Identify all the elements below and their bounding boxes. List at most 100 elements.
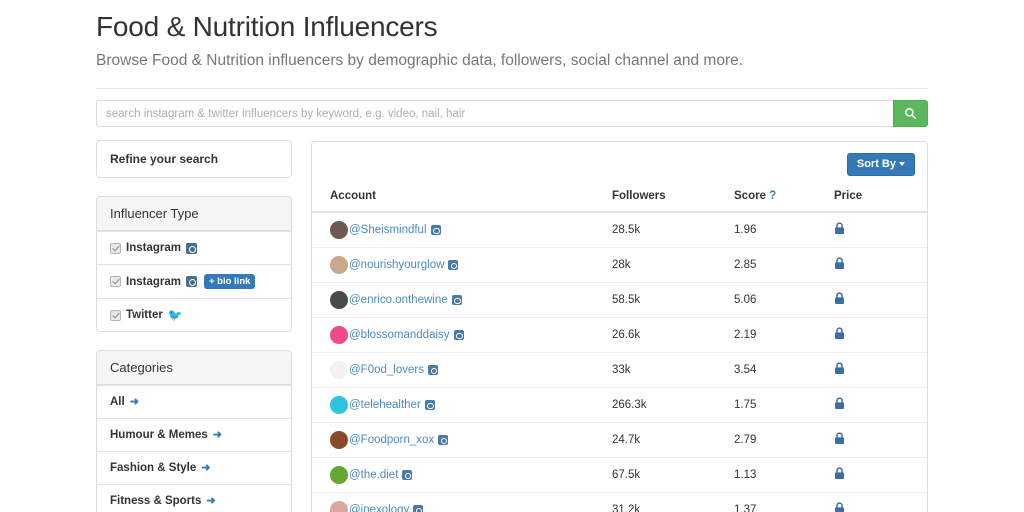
cell-score: 2.85 bbox=[734, 247, 834, 283]
category-label: Fashion & Style bbox=[110, 462, 197, 474]
cell-score: 1.37 bbox=[734, 492, 834, 512]
categories-heading: Categories bbox=[97, 351, 291, 385]
table-row[interactable]: @inexology 31.2k 1.37 bbox=[312, 492, 927, 512]
account-handle[interactable]: @inexology bbox=[349, 504, 409, 512]
header-divider bbox=[96, 88, 928, 89]
cell-price[interactable] bbox=[834, 211, 927, 248]
col-score[interactable]: Score ? bbox=[734, 184, 834, 213]
filter-instagram-bio-link[interactable]: Instagram + bio link bbox=[97, 264, 291, 298]
sort-by-button[interactable]: Sort By bbox=[846, 153, 915, 176]
account-handle[interactable]: @telehealther bbox=[349, 399, 421, 411]
arrow-right-icon: ➜ bbox=[206, 494, 216, 507]
instagram-icon bbox=[424, 400, 435, 410]
instagram-icon bbox=[453, 330, 464, 340]
table-row[interactable]: @Foodporn_xox 24.7k 2.79 bbox=[312, 422, 927, 458]
account-handle[interactable]: @nourishyourglow bbox=[349, 259, 444, 271]
cell-followers: 28k bbox=[612, 247, 734, 283]
avatar bbox=[330, 396, 348, 414]
lock-icon[interactable] bbox=[834, 432, 927, 448]
search-input[interactable] bbox=[96, 100, 893, 127]
lock-icon[interactable] bbox=[834, 502, 927, 512]
sidebar: Refine your search Influencer Type Insta… bbox=[96, 140, 292, 512]
col-account[interactable]: Account bbox=[312, 184, 612, 213]
cell-account: @Foodporn_xox bbox=[312, 422, 612, 458]
search-icon bbox=[904, 107, 917, 120]
cell-price[interactable] bbox=[834, 492, 927, 512]
cell-price[interactable] bbox=[834, 352, 927, 388]
refine-search-label: Refine your search bbox=[110, 152, 219, 166]
avatar bbox=[330, 326, 348, 344]
cell-account: @blossomanddaisy bbox=[312, 317, 612, 353]
avatar bbox=[330, 361, 348, 379]
avatar bbox=[330, 221, 348, 239]
category-item-fashion-style[interactable]: Fashion & Style ➜ bbox=[97, 451, 291, 484]
account-handle[interactable]: @Foodporn_xox bbox=[349, 434, 434, 446]
category-item-humour-memes[interactable]: Humour & Memes ➜ bbox=[97, 418, 291, 451]
account-handle[interactable]: @blossomanddaisy bbox=[349, 329, 450, 341]
influencer-type-heading: Influencer Type bbox=[97, 197, 291, 231]
account-handle[interactable]: @F0od_lovers bbox=[349, 364, 424, 376]
category-item-fitness-sports[interactable]: Fitness & Sports ➜ bbox=[97, 484, 291, 512]
table-row[interactable]: @the.diet 67.5k 1.13 bbox=[312, 457, 927, 493]
cell-followers: 31.2k bbox=[612, 492, 734, 512]
instagram-icon bbox=[448, 260, 459, 270]
table-row[interactable]: @F0od_lovers 33k 3.54 bbox=[312, 352, 927, 388]
help-icon[interactable]: ? bbox=[769, 190, 776, 202]
checkbox-icon[interactable] bbox=[110, 309, 121, 321]
cell-account: @enrico.onthewine bbox=[312, 282, 612, 318]
table-row[interactable]: @Sheismindful 28.5k 1.96 bbox=[312, 211, 927, 248]
table-row[interactable]: @blossomanddaisy 26.6k 2.19 bbox=[312, 317, 927, 353]
cell-price[interactable] bbox=[834, 387, 927, 423]
cell-followers: 58.5k bbox=[612, 282, 734, 318]
results-panel: Sort By Account Followers Score ? Price … bbox=[311, 141, 928, 512]
table-body: @Sheismindful 28.5k 1.96 @nourishyourglow 28… bbox=[312, 211, 927, 512]
filter-label: Twitter bbox=[126, 309, 163, 321]
cell-price[interactable] bbox=[834, 457, 927, 493]
cell-price[interactable] bbox=[834, 422, 927, 458]
lock-icon[interactable] bbox=[834, 222, 927, 238]
cell-price[interactable] bbox=[834, 282, 927, 318]
lock-icon[interactable] bbox=[834, 467, 927, 483]
cell-price[interactable] bbox=[834, 317, 927, 353]
lock-icon[interactable] bbox=[834, 327, 927, 343]
cell-price[interactable] bbox=[834, 247, 927, 283]
filter-label: Instagram bbox=[126, 275, 181, 288]
filter-twitter[interactable]: Twitter 🐦 bbox=[97, 298, 291, 331]
avatar bbox=[330, 291, 348, 309]
cell-account: @nourishyourglow bbox=[312, 247, 612, 283]
checkbox-icon[interactable] bbox=[110, 242, 121, 254]
sort-by-label: Sort By bbox=[856, 158, 896, 170]
table-row[interactable]: @nourishyourglow 28k 2.85 bbox=[312, 247, 927, 283]
account-handle[interactable]: @the.diet bbox=[349, 469, 398, 481]
cell-followers: 26.6k bbox=[612, 317, 734, 353]
cell-account: @inexology bbox=[312, 492, 612, 512]
instagram-icon bbox=[402, 470, 413, 480]
filter-label: Instagram bbox=[126, 242, 181, 254]
lock-icon[interactable] bbox=[834, 292, 927, 308]
cell-score: 1.13 bbox=[734, 457, 834, 493]
col-followers[interactable]: Followers bbox=[612, 184, 734, 213]
cell-account: @Sheismindful bbox=[312, 211, 612, 248]
cell-score: 2.19 bbox=[734, 317, 834, 353]
col-price[interactable]: Price bbox=[834, 184, 927, 213]
instagram-icon bbox=[427, 365, 438, 375]
bio-link-badge: + bio link bbox=[203, 274, 256, 289]
filter-instagram[interactable]: Instagram bbox=[97, 231, 291, 264]
chevron-down-icon bbox=[899, 162, 905, 167]
category-item-all[interactable]: All ➜ bbox=[97, 385, 291, 418]
search-bar bbox=[96, 100, 928, 127]
table-row[interactable]: @enrico.onthewine 58.5k 5.06 bbox=[312, 282, 927, 318]
lock-icon[interactable] bbox=[834, 362, 927, 378]
lock-icon[interactable] bbox=[834, 257, 927, 273]
table-row[interactable]: @telehealther 266.3k 1.75 bbox=[312, 387, 927, 423]
checkbox-icon[interactable] bbox=[110, 276, 121, 287]
search-button[interactable] bbox=[893, 100, 928, 127]
table-header: Account Followers Score ? Price bbox=[312, 184, 927, 213]
cell-score: 5.06 bbox=[734, 282, 834, 318]
lock-icon[interactable] bbox=[834, 397, 927, 413]
influencer-type-panel: Influencer Type Instagram Instagram + bi… bbox=[96, 196, 292, 332]
col-score-label: Score bbox=[734, 190, 766, 202]
account-handle[interactable]: @enrico.onthewine bbox=[349, 294, 448, 306]
page-header: Food & Nutrition Influencers Browse Food… bbox=[96, 10, 928, 72]
account-handle[interactable]: @Sheismindful bbox=[349, 224, 427, 236]
